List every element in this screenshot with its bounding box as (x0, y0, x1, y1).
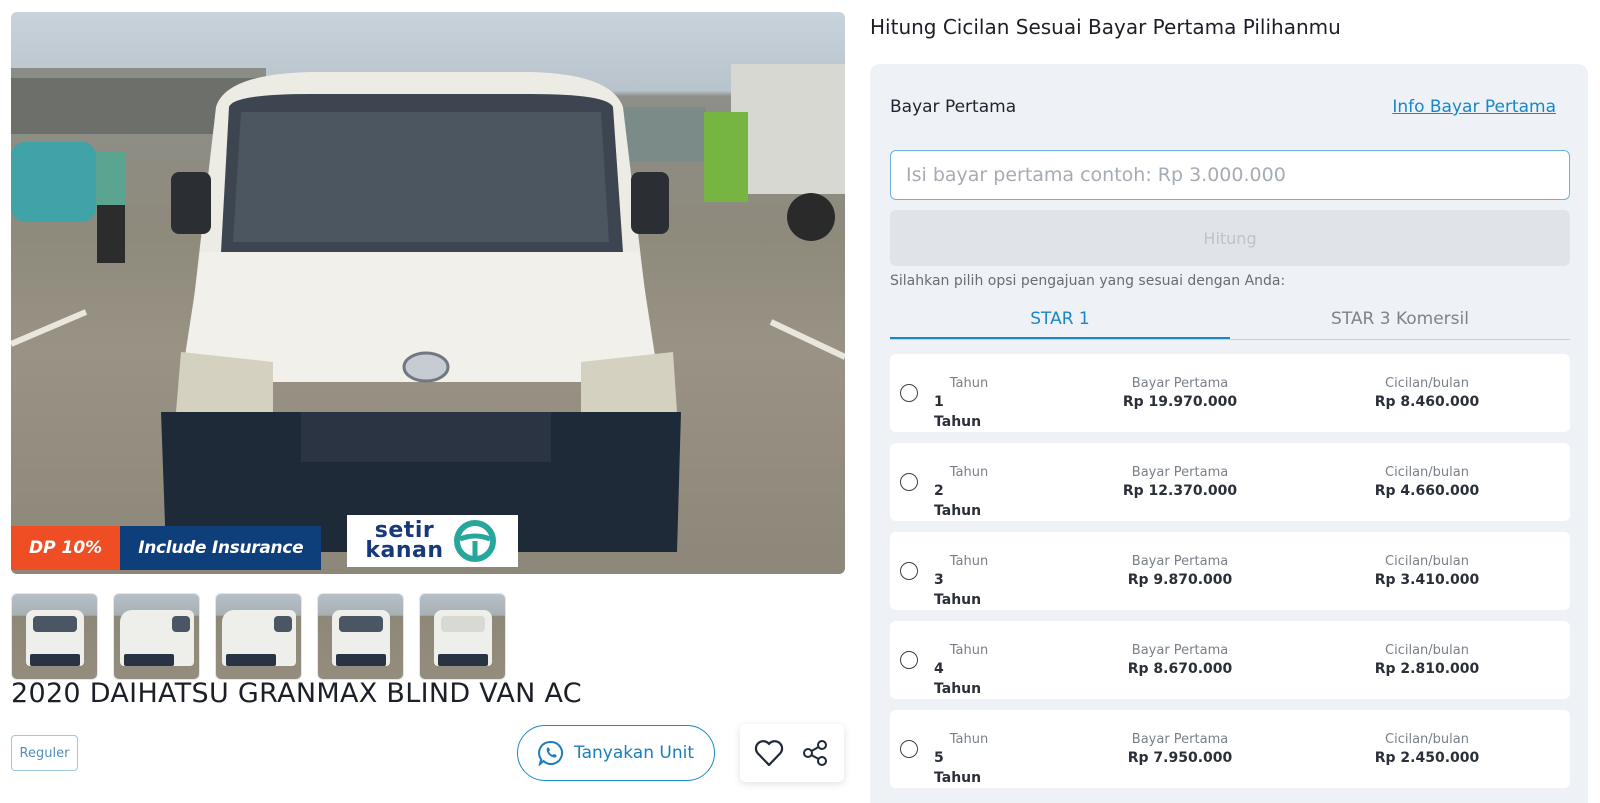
years-value: 3 Tahun (934, 572, 982, 608)
option-row[interactable]: Tahun 2 Tahun Bayar Pertama Rp 12.370.000 … (890, 443, 1570, 521)
option-hint: Silahkan pilih opsi pengajuan yang sesua… (890, 273, 1286, 289)
years-value: 2 Tahun (934, 483, 982, 519)
thumbnail-side-right[interactable] (215, 593, 302, 680)
installment-value: Rp 8.460.000 (1374, 394, 1480, 410)
option-radio[interactable] (900, 473, 918, 491)
dp-value: Rp 9.870.000 (1127, 572, 1233, 588)
share-icon (803, 740, 827, 766)
logo-line-2: kanan (365, 538, 444, 563)
option-radio[interactable] (900, 562, 918, 580)
years-value: 5 Tahun (934, 750, 982, 786)
dp-label: Bayar Pertama (890, 97, 1017, 117)
option-radio[interactable] (900, 740, 918, 758)
whatsapp-icon (538, 740, 563, 766)
calculator-title: Hitung Cicilan Sesuai Bayar Pertama Pili… (870, 15, 1341, 39)
thumbnail-strip (11, 593, 506, 680)
favorite-button[interactable] (751, 735, 787, 771)
plan-tabs: STAR 1 STAR 3 Komersil (890, 300, 1570, 340)
years-label: Tahun (949, 732, 989, 747)
installment-label: Cicilan/bulan (1385, 643, 1469, 658)
installment-label: Cicilan/bulan (1385, 376, 1469, 391)
main-product-image[interactable]: DP 10% Include Insurance setir kanan (11, 12, 845, 574)
dp-value: Rp 12.370.000 (1122, 483, 1238, 499)
reguler-tag: Reguler (11, 735, 78, 771)
thumbnail-front[interactable] (11, 593, 98, 680)
installment-label: Cicilan/bulan (1385, 554, 1469, 569)
thumbnail-angle[interactable] (317, 593, 404, 680)
action-box (740, 724, 844, 782)
option-row[interactable]: Tahun 5 Tahun Bayar Pertama Rp 7.950.000 C… (890, 710, 1570, 788)
installment-label: Cicilan/bulan (1385, 732, 1469, 747)
thumbnail-side-left[interactable] (113, 593, 200, 680)
dp-col-label: Bayar Pertama (1131, 376, 1229, 391)
heart-icon (754, 740, 784, 767)
option-row[interactable]: Tahun 3 Tahun Bayar Pertama Rp 9.870.000 C… (890, 532, 1570, 610)
installment-value: Rp 2.450.000 (1374, 750, 1480, 766)
installment-label: Cicilan/bulan (1385, 465, 1469, 480)
option-radio[interactable] (900, 384, 918, 402)
installment-value: Rp 2.810.000 (1374, 661, 1480, 677)
product-title: 2020 DAIHATSU GRANMAX BLIND VAN AC (11, 678, 582, 709)
years-label: Tahun (949, 376, 989, 391)
ask-unit-label: Tanyakan Unit (574, 743, 694, 763)
tab-star-1[interactable]: STAR 1 (890, 300, 1230, 339)
insurance-badge: Include Insurance (120, 526, 322, 570)
dp-col-label: Bayar Pertama (1131, 465, 1229, 480)
option-row[interactable]: Tahun 4 Tahun Bayar Pertama Rp 8.670.000 C… (890, 621, 1570, 699)
ask-unit-button[interactable]: Tanyakan Unit (517, 725, 715, 781)
installment-options: Tahun 1 Tahun Bayar Pertama Rp 19.970.000 … (890, 354, 1570, 788)
option-row[interactable]: Tahun 1 Tahun Bayar Pertama Rp 19.970.000 … (890, 354, 1570, 432)
dp-col-label: Bayar Pertama (1131, 732, 1229, 747)
dp-badge: DP 10% (11, 526, 121, 570)
info-dp-link[interactable]: Info Bayar Pertama (1392, 97, 1556, 117)
calculate-button[interactable]: Hitung (890, 210, 1570, 266)
installment-value: Rp 4.660.000 (1374, 483, 1480, 499)
years-label: Tahun (949, 465, 989, 480)
van-photo (11, 64, 845, 552)
dp-value: Rp 8.670.000 (1127, 661, 1233, 677)
years-value: 4 Tahun (934, 661, 982, 697)
setir-kanan-logo: setir kanan (347, 515, 518, 567)
tab-star-3-komersil[interactable]: STAR 3 Komersil (1230, 300, 1570, 339)
steering-wheel-icon (453, 520, 496, 562)
thumbnail-rear[interactable] (419, 593, 506, 680)
dp-value: Rp 19.970.000 (1122, 394, 1238, 410)
calculator-panel: Bayar Pertama Info Bayar Pertama Hitung … (870, 64, 1588, 803)
years-label: Tahun (949, 554, 989, 569)
dp-input[interactable] (890, 150, 1570, 200)
years-label: Tahun (949, 643, 989, 658)
dp-value: Rp 7.950.000 (1127, 750, 1233, 766)
years-value: 1 Tahun (934, 394, 982, 430)
share-button[interactable] (797, 735, 833, 771)
dp-col-label: Bayar Pertama (1131, 554, 1229, 569)
installment-value: Rp 3.410.000 (1374, 572, 1480, 588)
option-radio[interactable] (900, 651, 918, 669)
dp-col-label: Bayar Pertama (1131, 643, 1229, 658)
